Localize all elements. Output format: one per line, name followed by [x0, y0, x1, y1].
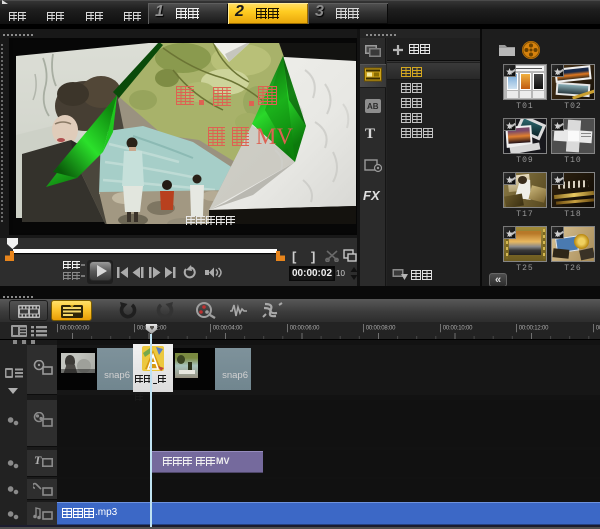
svg-text:AB: AB — [367, 102, 379, 111]
